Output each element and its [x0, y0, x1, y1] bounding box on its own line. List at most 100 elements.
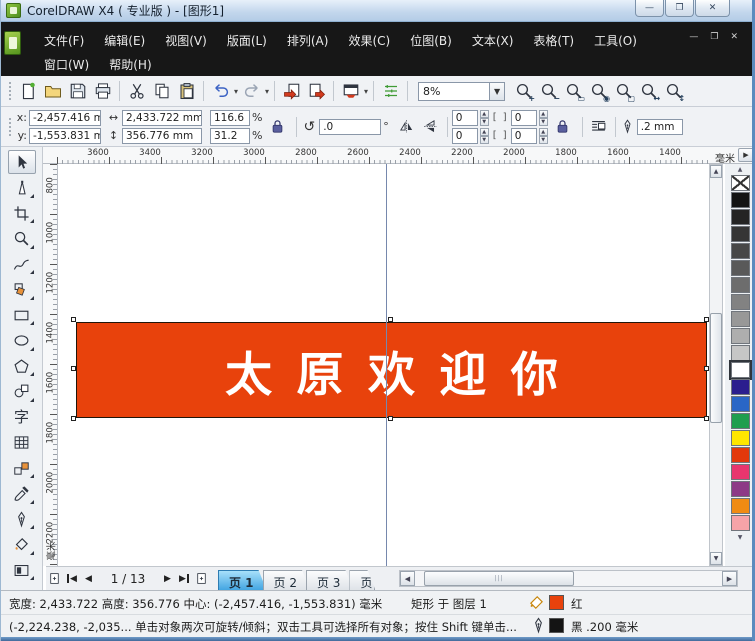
- selection-handle-tl[interactable]: [71, 317, 76, 322]
- scroll-left-button[interactable]: ◀: [400, 571, 415, 586]
- toolbar-undo-button[interactable]: [208, 80, 233, 103]
- menu-item-edit[interactable]: 编辑(E): [99, 30, 150, 51]
- last-page-button[interactable]: ▶: [176, 570, 193, 588]
- palette-scroll-up-button[interactable]: ▲: [730, 164, 750, 175]
- previous-page-button[interactable]: ◀: [80, 570, 97, 588]
- outline-width-field[interactable]: .2 mm: [637, 119, 683, 135]
- restore-button[interactable]: ❐: [665, 0, 694, 17]
- vertical-guideline[interactable]: [386, 164, 387, 566]
- swatch-navy-blue[interactable]: [731, 379, 750, 395]
- toolbar-application-launcher-dropdown-arrow[interactable]: ▾: [364, 87, 368, 96]
- menu-item-file[interactable]: 文件(F): [39, 30, 89, 51]
- swatch-blue[interactable]: [731, 396, 750, 412]
- banner-rectangle[interactable]: 太原欢迎你: [76, 322, 707, 418]
- toolbar-zoom-selected-button[interactable]: ▭: [561, 80, 586, 103]
- corner-tr-spinner[interactable]: ▲▼: [539, 110, 548, 126]
- close-button[interactable]: ✕: [695, 0, 730, 17]
- selection-handle-tr[interactable]: [704, 317, 709, 322]
- toolbar-zoom-out-button[interactable]: −: [536, 80, 561, 103]
- scroll-down-button[interactable]: ▼: [710, 552, 722, 565]
- toolbar-zoom-page-width-button[interactable]: ↔: [636, 80, 661, 103]
- scroll-up-button[interactable]: ▲: [710, 165, 722, 178]
- swatch-green[interactable]: [731, 413, 750, 429]
- tab-page-2[interactable]: 页 2: [263, 570, 310, 590]
- corner-br-spinner[interactable]: ▲▼: [539, 128, 548, 144]
- toolbar-application-launcher-button[interactable]: [338, 80, 363, 103]
- swatch-white[interactable]: [731, 362, 750, 378]
- zoom-tool-button[interactable]: [8, 227, 36, 251]
- menu-item-tools[interactable]: 工具(O): [589, 30, 642, 51]
- doc-close-button[interactable]: ✕: [730, 32, 738, 42]
- text-wrap-button[interactable]: [587, 116, 611, 138]
- outline-pen-tool-button[interactable]: [8, 507, 36, 531]
- vertical-ruler[interactable]: 毫米 8001000120014001600180020002200: [43, 164, 58, 566]
- toolbar-print-button[interactable]: [90, 80, 115, 103]
- corner-bl-spinner[interactable]: ▲▼: [480, 128, 489, 144]
- interactive-fill-tool-button[interactable]: [8, 558, 36, 582]
- selection-handle-tm[interactable]: [388, 317, 393, 322]
- crop-tool-button[interactable]: [8, 201, 36, 225]
- toolbar-undo-dropdown-arrow[interactable]: ▾: [234, 87, 238, 96]
- swatch-gray-10[interactable]: [731, 345, 750, 361]
- selection-handle-mr[interactable]: [704, 366, 709, 371]
- vertical-scroll-thumb[interactable]: [710, 313, 722, 423]
- swatch-gray-30[interactable]: [731, 311, 750, 327]
- menu-item-bitmaps[interactable]: 位图(B): [405, 30, 457, 51]
- menu-item-table[interactable]: 表格(T): [528, 30, 579, 51]
- selection-handle-bl[interactable]: [71, 416, 76, 421]
- swatch-no-color[interactable]: [731, 175, 750, 191]
- minimize-button[interactable]: —: [635, 0, 664, 17]
- mirror-vertical-button[interactable]: [419, 116, 443, 138]
- corner-radius-tl-field[interactable]: 0: [452, 110, 478, 126]
- first-page-button[interactable]: ◀: [63, 570, 80, 588]
- toolbar-export-button[interactable]: [304, 80, 329, 103]
- selection-handle-bm[interactable]: [388, 416, 393, 421]
- scroll-right-button[interactable]: ▶: [722, 571, 737, 586]
- horizontal-ruler[interactable]: 毫米 ▶ 36003400320030002800260024002200200…: [43, 147, 755, 164]
- freehand-tool-button[interactable]: [8, 252, 36, 276]
- fill-color-swatch[interactable]: [549, 595, 564, 610]
- vertical-scrollbar[interactable]: ▲ ▼: [709, 164, 723, 566]
- corner-radius-br-field[interactable]: 0: [511, 128, 537, 144]
- swatch-gray-60[interactable]: [731, 260, 750, 276]
- tab-page-4[interactable]: 页: [349, 570, 375, 590]
- toolbar-redo-dropdown-arrow[interactable]: ▾: [265, 87, 269, 96]
- y-position-field[interactable]: -1,553.831 mm: [29, 128, 101, 144]
- menu-item-view[interactable]: 视图(V): [160, 30, 212, 51]
- mirror-horizontal-button[interactable]: [395, 116, 419, 138]
- swatch-gray-20[interactable]: [731, 328, 750, 344]
- doc-restore-button[interactable]: ❐: [710, 32, 718, 42]
- toolbar-save-button[interactable]: [65, 80, 90, 103]
- toolbar-import-button[interactable]: [279, 80, 304, 103]
- zoom-level-combo[interactable]: 8%▼: [418, 82, 505, 101]
- corner-radius-bl-field[interactable]: 0: [452, 128, 478, 144]
- menu-item-layout[interactable]: 版面(L): [222, 30, 272, 51]
- corner-tl-spinner[interactable]: ▲▼: [480, 110, 489, 126]
- object-height-field[interactable]: 356.776 mm: [122, 128, 202, 144]
- swatch-gray-80[interactable]: [731, 226, 750, 242]
- outline-color-swatch[interactable]: [549, 618, 564, 633]
- toolbar-zoom-page-button[interactable]: ▢: [611, 80, 636, 103]
- x-position-field[interactable]: -2,457.416 mm: [29, 110, 101, 126]
- ellipse-tool-button[interactable]: [8, 329, 36, 353]
- toolbar-new-button[interactable]: [15, 80, 40, 103]
- menu-item-help[interactable]: 帮助(H): [104, 54, 156, 75]
- menu-item-arrange[interactable]: 排列(A): [282, 30, 334, 51]
- object-width-field[interactable]: 2,433.722 mm: [122, 110, 202, 126]
- toolbar-open-button[interactable]: [40, 80, 65, 103]
- swatch-gray-50[interactable]: [731, 277, 750, 293]
- swatch-gray-90[interactable]: [731, 209, 750, 225]
- menu-item-window[interactable]: 窗口(W): [39, 54, 94, 75]
- swatch-gray-40[interactable]: [731, 294, 750, 310]
- swatch-yellow[interactable]: [731, 430, 750, 446]
- swatch-magenta[interactable]: [731, 464, 750, 480]
- table-tool-button[interactable]: [8, 431, 36, 455]
- toolbar-zoom-all-objects-button[interactable]: ◉: [586, 80, 611, 103]
- toolbar-cut-button[interactable]: [124, 80, 149, 103]
- property-bar-grip[interactable]: [8, 117, 12, 137]
- toolbar-snap-options-button[interactable]: [378, 80, 403, 103]
- swatch-purple[interactable]: [731, 481, 750, 497]
- menu-item-effects[interactable]: 效果(C): [343, 30, 395, 51]
- selection-handle-ml[interactable]: [71, 366, 76, 371]
- shape-tool-button[interactable]: [8, 176, 36, 200]
